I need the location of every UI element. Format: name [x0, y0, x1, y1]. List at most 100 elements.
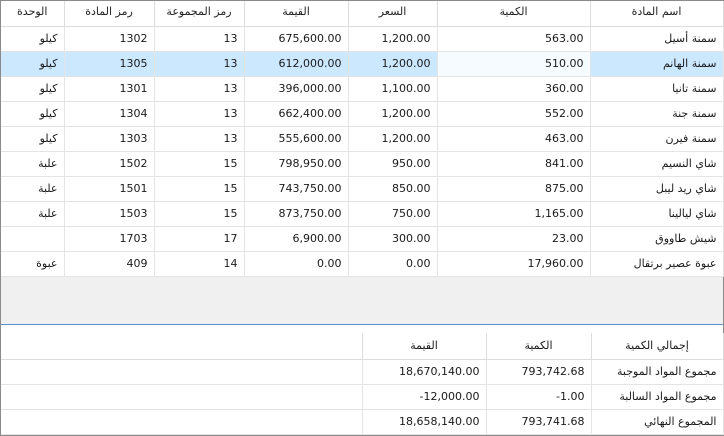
cell-price[interactable]: 1,200.00 [348, 26, 438, 52]
cell-unit[interactable]: كيلو [1, 76, 65, 102]
cell-unit[interactable]: علبة [1, 201, 65, 227]
cell-group-code[interactable]: 13 [154, 76, 245, 102]
totals-quantity: 793,741.68 [486, 409, 592, 435]
totals-header-value[interactable]: القيمة [362, 333, 487, 360]
cell-value[interactable]: 798,950.00 [244, 151, 349, 177]
table-row[interactable]: علبة 1502 15 798,950.00 950.00 841.00 شاي النس… [1, 151, 724, 177]
totals-value: -12,000.00 [362, 384, 487, 410]
cell-price[interactable]: 1,100.00 [348, 76, 438, 102]
cell-value[interactable]: 873,750.00 [244, 201, 349, 227]
totals-header-spacer [1, 333, 363, 360]
cell-group-code[interactable]: 13 [154, 126, 245, 152]
cell-value[interactable]: 662,400.00 [244, 101, 349, 127]
cell-group-code[interactable]: 13 [154, 101, 245, 127]
column-header-quantity[interactable]: الكمية [437, 1, 591, 27]
totals-value: 18,670,140.00 [362, 359, 487, 385]
cell-price[interactable]: 0.00 [348, 251, 438, 277]
table-row[interactable]: عبوة 409 14 0.00 0.00 17,960.00 عبوة عصير برتق… [1, 251, 724, 277]
totals-value: 18,658,140.00 [362, 409, 487, 435]
cell-quantity[interactable]: 23.00 [437, 226, 591, 252]
table-row[interactable]: 1703 17 6,900.00 300.00 23.00 شيش طاووق [1, 226, 724, 252]
cell-item-name[interactable]: سمنة جنة [590, 101, 724, 127]
cell-unit[interactable]: علبة [1, 151, 65, 177]
totals-row: 18,670,140.00 793,742.68 مجموع المواد المو… [1, 359, 724, 385]
cell-quantity[interactable]: 17,960.00 [437, 251, 591, 277]
cell-value[interactable]: 612,000.00 [244, 51, 349, 77]
cell-quantity[interactable]: 552.00 [437, 101, 591, 127]
cell-group-code[interactable]: 13 [154, 26, 245, 52]
column-header-unit[interactable]: الوحدة [1, 1, 65, 27]
cell-group-code[interactable]: 13 [154, 51, 245, 77]
cell-quantity[interactable]: 841.00 [437, 151, 591, 177]
cell-unit[interactable]: كيلو [1, 126, 65, 152]
cell-price[interactable]: 750.00 [348, 201, 438, 227]
column-header-item-code[interactable]: رمز المادة [64, 1, 155, 27]
cell-price[interactable]: 850.00 [348, 176, 438, 202]
cell-price[interactable]: 1,200.00 [348, 126, 438, 152]
cell-quantity[interactable]: 510.00 [437, 51, 591, 77]
cell-price[interactable]: 950.00 [348, 151, 438, 177]
cell-item-name[interactable]: عبوة عصير برتقال [590, 251, 724, 277]
cell-item-code[interactable]: 1305 [64, 51, 155, 77]
cell-price[interactable]: 1,200.00 [348, 51, 438, 77]
column-header-price[interactable]: السعر [348, 1, 438, 27]
cell-unit[interactable] [1, 226, 65, 252]
cell-group-code[interactable]: 15 [154, 151, 245, 177]
cell-item-code[interactable]: 1301 [64, 76, 155, 102]
table-row[interactable]: كيلو 1301 13 396,000.00 1,100.00 360.00 سمنة ت… [1, 76, 724, 102]
totals-header-quantity[interactable]: الكمية [486, 333, 592, 360]
table-row[interactable]: علبة 1503 15 873,750.00 750.00 1,165.00 شاي لي… [1, 201, 724, 227]
items-grid: الوحدة رمز المادة رمز المجموعة القيمة ال… [1, 1, 724, 325]
cell-item-name[interactable]: شاي ليالينا [590, 201, 724, 227]
cell-item-code[interactable]: 1302 [64, 26, 155, 52]
cell-value[interactable]: 743,750.00 [244, 176, 349, 202]
cell-quantity[interactable]: 1,165.00 [437, 201, 591, 227]
cell-item-code[interactable]: 1303 [64, 126, 155, 152]
cell-item-name[interactable]: سمنة تانيا [590, 76, 724, 102]
cell-value[interactable]: 0.00 [244, 251, 349, 277]
cell-item-name[interactable]: شاي النسيم [590, 151, 724, 177]
cell-item-code[interactable]: 409 [64, 251, 155, 277]
cell-item-code[interactable]: 1501 [64, 176, 155, 202]
cell-unit[interactable]: كيلو [1, 51, 65, 77]
cell-unit[interactable]: كيلو [1, 26, 65, 52]
table-row[interactable]: كيلو 1303 13 555,600.00 1,200.00 463.00 سمنة ف… [1, 126, 724, 152]
grid-header-row: الوحدة رمز المادة رمز المجموعة القيمة ال… [1, 1, 724, 27]
table-row[interactable]: علبة 1501 15 743,750.00 850.00 875.00 شاي ريد … [1, 176, 724, 202]
cell-group-code[interactable]: 15 [154, 201, 245, 227]
cell-price[interactable]: 300.00 [348, 226, 438, 252]
table-row[interactable]: كيلو 1305 13 612,000.00 1,200.00 510.00 سمنة ا… [1, 51, 724, 77]
column-header-item-name[interactable]: اسم المادة [590, 1, 724, 27]
cell-group-code[interactable]: 17 [154, 226, 245, 252]
totals-spacer [1, 384, 363, 410]
cell-unit[interactable]: علبة [1, 176, 65, 202]
cell-quantity[interactable]: 463.00 [437, 126, 591, 152]
table-row[interactable]: كيلو 1302 13 675,600.00 1,200.00 563.00 سمنة أ… [1, 26, 724, 52]
column-header-group-code[interactable]: رمز المجموعة [154, 1, 245, 27]
cell-item-code[interactable]: 1703 [64, 226, 155, 252]
totals-label: مجموع المواد الموجبة [591, 359, 724, 385]
cell-item-name[interactable]: شيش طاووق [590, 226, 724, 252]
cell-item-code[interactable]: 1502 [64, 151, 155, 177]
cell-value[interactable]: 6,900.00 [244, 226, 349, 252]
cell-value[interactable]: 396,000.00 [244, 76, 349, 102]
cell-item-name[interactable]: سمنة الهانم [590, 51, 724, 77]
cell-unit[interactable]: كيلو [1, 101, 65, 127]
cell-group-code[interactable]: 14 [154, 251, 245, 277]
cell-item-code[interactable]: 1304 [64, 101, 155, 127]
cell-price[interactable]: 1,200.00 [348, 101, 438, 127]
cell-item-name[interactable]: سمنة أسيل [590, 26, 724, 52]
cell-quantity[interactable]: 875.00 [437, 176, 591, 202]
cell-item-code[interactable]: 1503 [64, 201, 155, 227]
table-row[interactable]: كيلو 1304 13 662,400.00 1,200.00 552.00 سمنة ج… [1, 101, 724, 127]
cell-quantity[interactable]: 563.00 [437, 26, 591, 52]
cell-group-code[interactable]: 15 [154, 176, 245, 202]
column-header-value[interactable]: القيمة [244, 1, 349, 27]
cell-item-name[interactable]: شاي ريد ليبل [590, 176, 724, 202]
cell-value[interactable]: 675,600.00 [244, 26, 349, 52]
cell-unit[interactable]: عبوة [1, 251, 65, 277]
cell-value[interactable]: 555,600.00 [244, 126, 349, 152]
cell-quantity[interactable]: 360.00 [437, 76, 591, 102]
totals-header-label[interactable]: إجمالي الكمية [591, 333, 724, 360]
cell-item-name[interactable]: سمنة فيرن [590, 126, 724, 152]
